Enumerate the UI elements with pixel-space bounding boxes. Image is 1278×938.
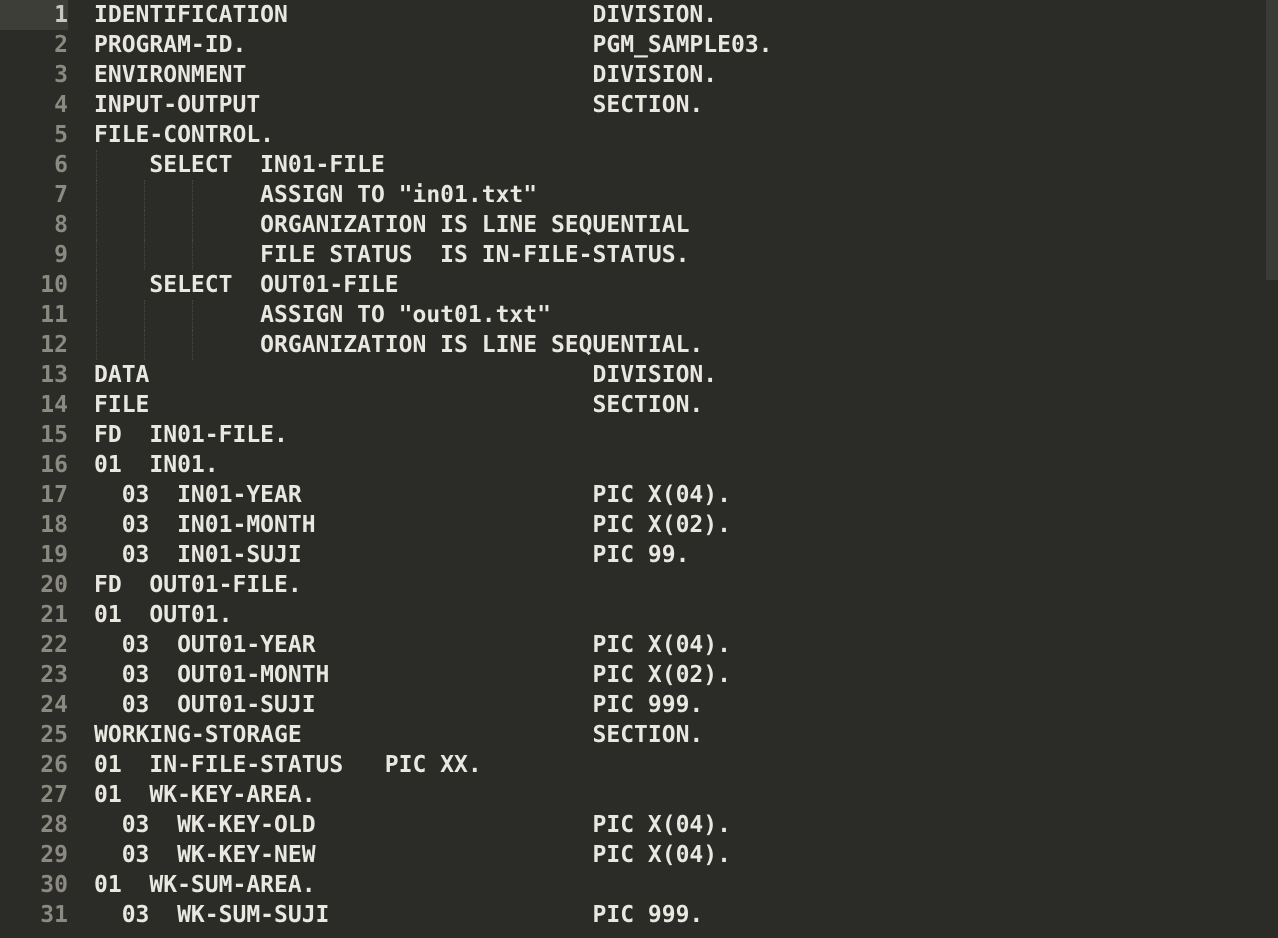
code-line[interactable]: FILE SECTION. xyxy=(94,390,1278,420)
code-line[interactable]: 01 WK-KEY-AREA. xyxy=(94,780,1278,810)
code-line[interactable]: ORGANIZATION IS LINE SEQUENTIAL. xyxy=(94,330,1278,360)
code-text: DATA DIVISION. xyxy=(94,362,717,388)
code-text: FD IN01-FILE. xyxy=(94,422,288,448)
code-line[interactable]: 03 IN01-YEAR PIC X(04). xyxy=(94,480,1278,510)
code-line[interactable]: 03 OUT01-MONTH PIC X(02). xyxy=(94,660,1278,690)
code-text: 03 OUT01-MONTH PIC X(02). xyxy=(94,662,731,688)
code-text: INPUT-OUTPUT SECTION. xyxy=(94,92,703,118)
code-area[interactable]: IDENTIFICATION DIVISION. PROGRAM-ID. PGM_… xyxy=(82,0,1278,938)
code-line[interactable]: ASSIGN TO "in01.txt" xyxy=(94,180,1278,210)
line-number: 10 xyxy=(0,270,68,300)
line-number: 30 xyxy=(0,870,68,900)
line-number: 21 xyxy=(0,600,68,630)
code-line[interactable]: FD IN01-FILE. xyxy=(94,420,1278,450)
code-text: 01 WK-SUM-AREA. xyxy=(94,872,316,898)
line-number: 25 xyxy=(0,720,68,750)
code-line[interactable]: 01 OUT01. xyxy=(94,600,1278,630)
line-number: 23 xyxy=(0,660,68,690)
code-line[interactable]: 03 IN01-SUJI PIC 99. xyxy=(94,540,1278,570)
line-number: 29 xyxy=(0,840,68,870)
line-number: 4 xyxy=(0,90,68,120)
line-number: 19 xyxy=(0,540,68,570)
code-text: 03 OUT01-YEAR PIC X(04). xyxy=(94,632,731,658)
line-number: 16 xyxy=(0,450,68,480)
code-line[interactable]: 01 WK-SUM-AREA. xyxy=(94,870,1278,900)
code-text: 03 IN01-YEAR PIC X(04). xyxy=(94,482,731,508)
code-text: ASSIGN TO "out01.txt" xyxy=(94,302,551,328)
line-number: 6 xyxy=(0,150,68,180)
line-number: 18 xyxy=(0,510,68,540)
code-text: 03 WK-KEY-OLD PIC X(04). xyxy=(94,812,731,838)
code-text: ORGANIZATION IS LINE SEQUENTIAL xyxy=(94,212,689,238)
code-text: FD OUT01-FILE. xyxy=(94,572,302,598)
code-text: 03 WK-KEY-NEW PIC X(04). xyxy=(94,842,731,868)
code-text: SELECT IN01-FILE xyxy=(94,152,385,178)
code-line[interactable]: 01 IN-FILE-STATUS PIC XX. xyxy=(94,750,1278,780)
code-line[interactable]: 03 WK-SUM-SUJI PIC 999. xyxy=(94,900,1278,930)
code-text: ORGANIZATION IS LINE SEQUENTIAL. xyxy=(94,332,703,358)
line-number: 27 xyxy=(0,780,68,810)
line-number: 14 xyxy=(0,390,68,420)
line-number: 13 xyxy=(0,360,68,390)
line-number: 24 xyxy=(0,690,68,720)
line-number: 17 xyxy=(0,480,68,510)
code-line[interactable]: 03 WK-KEY-OLD PIC X(04). xyxy=(94,810,1278,840)
code-line[interactable]: ORGANIZATION IS LINE SEQUENTIAL xyxy=(94,210,1278,240)
code-line[interactable]: 03 WK-KEY-NEW PIC X(04). xyxy=(94,840,1278,870)
code-line[interactable]: SELECT IN01-FILE xyxy=(94,150,1278,180)
scrollbar-thumb[interactable] xyxy=(1266,0,1278,280)
line-number: 8 xyxy=(0,210,68,240)
code-text: 01 WK-KEY-AREA. xyxy=(94,782,316,808)
line-number: 26 xyxy=(0,750,68,780)
code-text: 03 IN01-SUJI PIC 99. xyxy=(94,542,689,568)
line-number-gutter: 1234567891011121314151617181920212223242… xyxy=(0,0,82,938)
code-text: ENVIRONMENT DIVISION. xyxy=(94,62,717,88)
code-line[interactable]: 03 OUT01-SUJI PIC 999. xyxy=(94,690,1278,720)
code-text: ASSIGN TO "in01.txt" xyxy=(94,182,537,208)
line-number: 9 xyxy=(0,240,68,270)
line-number: 28 xyxy=(0,810,68,840)
code-line[interactable]: PROGRAM-ID. PGM_SAMPLE03. xyxy=(94,30,1278,60)
code-line[interactable]: IDENTIFICATION DIVISION. xyxy=(94,0,1278,30)
code-line[interactable]: DATA DIVISION. xyxy=(94,360,1278,390)
code-line[interactable]: 01 IN01. xyxy=(94,450,1278,480)
code-text: FILE STATUS IS IN-FILE-STATUS. xyxy=(94,242,689,268)
code-line[interactable]: FILE STATUS IS IN-FILE-STATUS. xyxy=(94,240,1278,270)
code-text: 03 IN01-MONTH PIC X(02). xyxy=(94,512,731,538)
code-text: 03 WK-SUM-SUJI PIC 999. xyxy=(94,902,703,928)
code-line[interactable]: SELECT OUT01-FILE xyxy=(94,270,1278,300)
code-text: SELECT OUT01-FILE xyxy=(94,272,399,298)
code-line[interactable]: INPUT-OUTPUT SECTION. xyxy=(94,90,1278,120)
code-text: 01 OUT01. xyxy=(94,602,232,628)
line-number: 12 xyxy=(0,330,68,360)
code-line[interactable]: 03 IN01-MONTH PIC X(02). xyxy=(94,510,1278,540)
line-number: 20 xyxy=(0,570,68,600)
line-number: 31 xyxy=(0,900,68,930)
line-number: 11 xyxy=(0,300,68,330)
code-line[interactable]: FILE-CONTROL. xyxy=(94,120,1278,150)
line-number: 5 xyxy=(0,120,68,150)
code-text: IDENTIFICATION DIVISION. xyxy=(94,2,717,28)
line-number: 7 xyxy=(0,180,68,210)
code-line[interactable]: FD OUT01-FILE. xyxy=(94,570,1278,600)
code-line[interactable]: WORKING-STORAGE SECTION. xyxy=(94,720,1278,750)
code-text: 01 IN01. xyxy=(94,452,219,478)
line-number: 3 xyxy=(0,60,68,90)
line-number: 15 xyxy=(0,420,68,450)
code-text: FILE SECTION. xyxy=(94,392,703,418)
code-text: WORKING-STORAGE SECTION. xyxy=(94,722,703,748)
code-line[interactable]: 03 OUT01-YEAR PIC X(04). xyxy=(94,630,1278,660)
line-number: 22 xyxy=(0,630,68,660)
line-number: 2 xyxy=(0,30,68,60)
code-editor[interactable]: 1234567891011121314151617181920212223242… xyxy=(0,0,1278,938)
code-line[interactable]: ASSIGN TO "out01.txt" xyxy=(94,300,1278,330)
vertical-scrollbar[interactable] xyxy=(1266,0,1278,938)
code-text: PROGRAM-ID. PGM_SAMPLE03. xyxy=(94,32,773,58)
code-line[interactable]: ENVIRONMENT DIVISION. xyxy=(94,60,1278,90)
code-text: 03 OUT01-SUJI PIC 999. xyxy=(94,692,703,718)
code-text: FILE-CONTROL. xyxy=(94,122,274,148)
code-text: 01 IN-FILE-STATUS PIC XX. xyxy=(94,752,482,778)
line-number: 1 xyxy=(0,0,68,30)
